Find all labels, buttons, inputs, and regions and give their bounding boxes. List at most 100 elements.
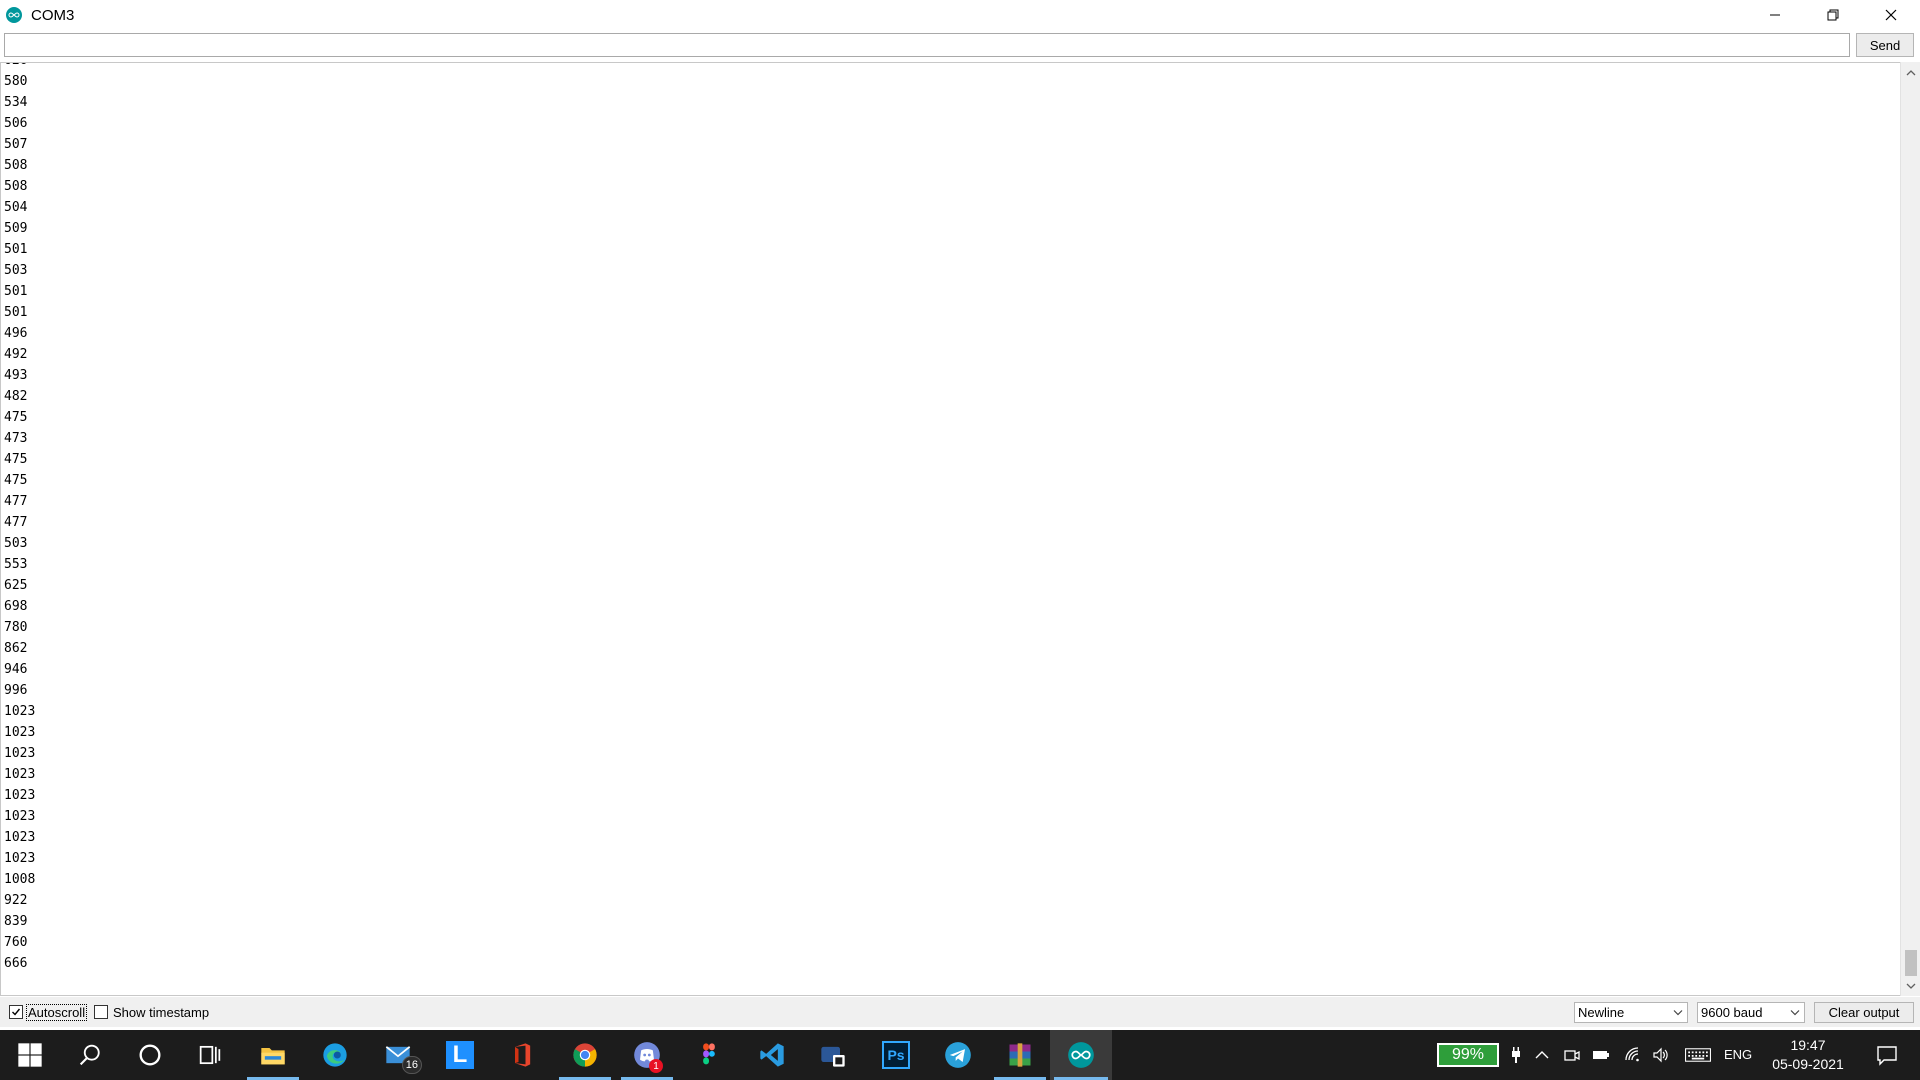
close-button[interactable] — [1862, 0, 1920, 30]
taskbar-discord[interactable]: 1 — [617, 1030, 677, 1080]
send-button[interactable]: Send — [1856, 33, 1914, 57]
output-line: 507 — [4, 137, 28, 152]
notification-icon — [1877, 1046, 1897, 1066]
vscode-icon — [760, 1043, 784, 1067]
folder-icon — [261, 1048, 285, 1065]
volume-icon[interactable] — [1650, 1030, 1672, 1080]
baud-rate-value: 9600 baud — [1701, 1005, 1763, 1020]
taskbar-app-l[interactable]: L — [430, 1030, 490, 1080]
cortana-icon — [139, 1044, 161, 1066]
autoscroll-checkbox[interactable] — [9, 1005, 23, 1019]
window-controls — [1746, 0, 1920, 30]
taskbar-vscode[interactable] — [742, 1030, 802, 1080]
output-line: 501 — [4, 242, 28, 257]
output-line: 508 — [4, 179, 28, 194]
arduino-icon — [1068, 1042, 1094, 1068]
output-line: 1008 — [4, 872, 36, 887]
taskbar-edge[interactable] — [305, 1030, 365, 1080]
taskbar-winrar[interactable] — [990, 1030, 1050, 1080]
output-line: 501 — [4, 284, 28, 299]
output-line: 839 — [4, 914, 28, 929]
taskbar-chrome[interactable] — [555, 1030, 615, 1080]
vertical-scrollbar[interactable] — [1900, 62, 1920, 996]
restore-button[interactable] — [1804, 0, 1862, 30]
figma-icon — [703, 1043, 715, 1065]
input-language[interactable]: ENG — [1724, 1030, 1752, 1080]
search-button[interactable] — [60, 1030, 120, 1080]
output-line: 1023 — [4, 851, 36, 866]
output-line: 477 — [4, 515, 28, 530]
output-line: 475 — [4, 410, 28, 425]
restore-icon — [1827, 9, 1839, 21]
output-line: 862 — [4, 641, 28, 656]
show-timestamp-checkbox[interactable] — [94, 1005, 108, 1019]
wifi-icon[interactable] — [1622, 1030, 1644, 1080]
output-line: 1023 — [4, 788, 36, 803]
taskbar-mail[interactable]: 16 — [368, 1030, 428, 1080]
meet-now-icon[interactable] — [1562, 1030, 1582, 1080]
show-hidden-icons-button[interactable] — [1532, 1030, 1552, 1080]
output-line: 493 — [4, 368, 28, 383]
output-line: 501 — [4, 305, 28, 320]
battery-percentage[interactable]: 99% — [1437, 1043, 1499, 1067]
output-line: 496 — [4, 326, 28, 341]
chevron-down-icon — [1790, 1010, 1800, 1016]
chevron-up-icon — [1906, 69, 1916, 75]
line-ending-select[interactable]: Newline — [1574, 1002, 1688, 1023]
office-icon — [515, 1043, 531, 1067]
cortana-button[interactable] — [120, 1030, 180, 1080]
output-line: 698 — [4, 599, 28, 614]
scroll-up-button[interactable] — [1901, 64, 1920, 81]
scroll-thumb[interactable] — [1905, 950, 1917, 976]
autoscroll-label[interactable]: Autoscroll — [25, 1004, 88, 1021]
close-icon — [1885, 9, 1897, 21]
app-window-icon — [821, 1046, 845, 1067]
show-timestamp-label[interactable]: Show timestamp — [113, 1005, 209, 1020]
taskbar-office[interactable] — [492, 1030, 552, 1080]
output-line: 475 — [4, 452, 28, 467]
scroll-down-button[interactable] — [1901, 977, 1920, 994]
photoshop-icon: Ps — [882, 1041, 910, 1069]
clock-date: 05-09-2021 — [1772, 1056, 1844, 1072]
output-line: 509 — [4, 221, 28, 236]
baud-rate-select[interactable]: 9600 baud — [1697, 1002, 1805, 1023]
output-line: 506 — [4, 116, 28, 131]
output-line: 503 — [4, 263, 28, 278]
chevron-up-icon — [1535, 1051, 1549, 1059]
taskbar-telegram[interactable] — [928, 1030, 988, 1080]
plug-icon[interactable] — [1506, 1030, 1526, 1080]
chevron-down-icon — [1673, 1010, 1683, 1016]
serial-output[interactable]: 626 580 534 506 507 508 508 504 509 501 503 501 501 4… — [0, 62, 1900, 996]
send-row: Send — [0, 31, 1920, 61]
action-center-button[interactable] — [1862, 1030, 1912, 1080]
output-line: 1023 — [4, 809, 36, 824]
output-line: 1023 — [4, 830, 36, 845]
taskbar-figma[interactable] — [679, 1030, 739, 1080]
output-line: 626 — [4, 63, 35, 71]
taskbar-app-window[interactable] — [803, 1030, 863, 1080]
checkmark-icon — [12, 1008, 21, 1016]
taskbar-file-explorer[interactable] — [243, 1030, 303, 1080]
clock[interactable]: 19:47 05-09-2021 — [1762, 1036, 1854, 1074]
mail-badge: 16 — [401, 1056, 422, 1074]
edge-icon — [323, 1043, 347, 1067]
taskbar-photoshop[interactable]: Ps — [866, 1030, 926, 1080]
output-line: 1023 — [4, 725, 36, 740]
battery-icon[interactable] — [1590, 1030, 1612, 1080]
window-title: COM3 — [31, 6, 75, 24]
output-line: 492 — [4, 347, 28, 362]
start-button[interactable] — [0, 1030, 60, 1080]
taskbar-arduino[interactable] — [1050, 1030, 1112, 1080]
output-line: 625 — [4, 578, 28, 593]
touch-keyboard-icon[interactable] — [1682, 1030, 1714, 1080]
task-view-button[interactable] — [180, 1030, 240, 1080]
output-line: 996 — [4, 683, 28, 698]
output-line: 477 — [4, 494, 28, 509]
serial-input[interactable] — [4, 33, 1850, 57]
output-line: 1023 — [4, 767, 36, 782]
minimize-button[interactable] — [1746, 0, 1804, 30]
output-line: 760 — [4, 935, 28, 950]
output-line: 780 — [4, 620, 28, 635]
clear-output-button[interactable]: Clear output — [1814, 1002, 1914, 1023]
clock-time: 19:47 — [1790, 1037, 1826, 1053]
